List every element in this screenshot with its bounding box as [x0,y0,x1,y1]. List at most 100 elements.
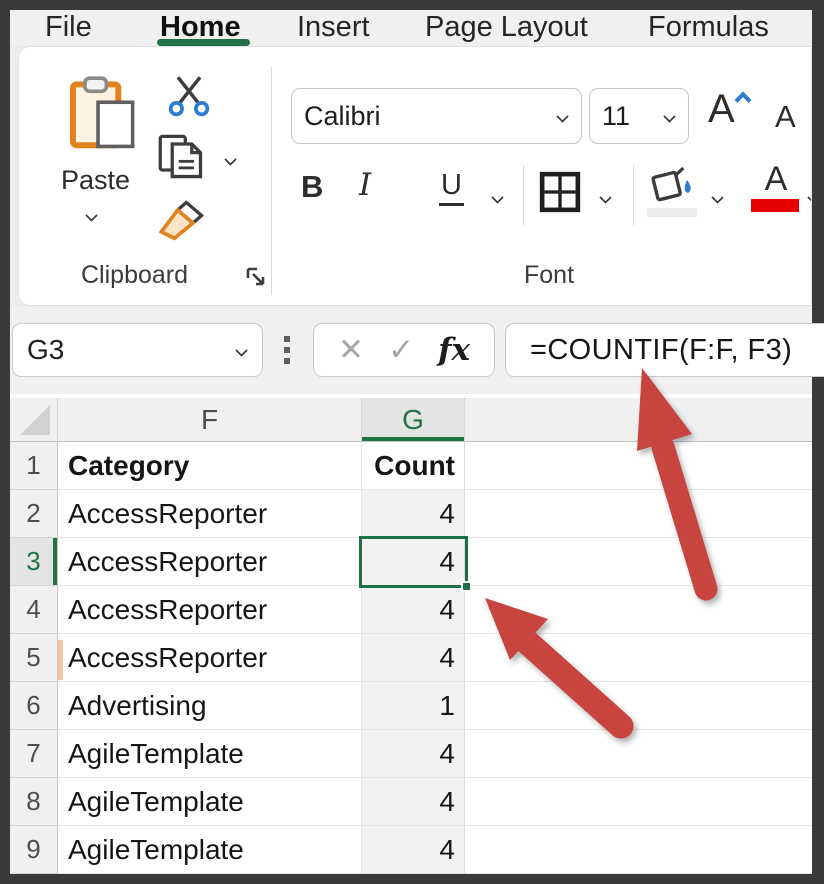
cell-empty[interactable] [465,586,812,634]
copy-dropdown-chevron[interactable] [226,151,235,169]
shrink-font-button[interactable]: A [775,99,796,135]
cut-button[interactable] [167,75,211,117]
paste-clipboard-icon [66,76,142,150]
font-color-dropdown-chevron[interactable] [809,189,812,207]
cut-scissors-icon [167,75,211,117]
column-header-h[interactable] [465,398,812,442]
table-row: 6Advertising1 [10,682,812,730]
borders-button[interactable] [539,171,581,213]
enter-icon[interactable]: ✓ [388,332,414,368]
dialog-launcher-icon[interactable] [245,266,267,288]
cancel-icon[interactable]: ✕ [338,332,364,368]
underline-dropdown-chevron[interactable] [493,189,502,207]
select-all-corner[interactable] [10,398,58,442]
cell-count[interactable]: 4 [362,586,465,634]
cell-empty[interactable] [465,442,812,490]
row-header[interactable]: 3 [10,538,58,586]
fill-color-swatch [647,208,697,217]
row-header[interactable]: 5 [10,634,58,682]
chevron-down-icon [235,344,248,357]
formula-action-box: ✕ ✓ fx [313,323,495,377]
cell-empty[interactable] [465,778,812,826]
cell-category[interactable]: Category [58,442,362,490]
row-header[interactable]: 9 [10,826,58,874]
cell-category[interactable]: Advertising [58,682,362,730]
font-size-combo[interactable]: 11 [589,88,689,144]
paste-button[interactable] [66,76,142,150]
fill-color-dropdown-chevron[interactable] [713,189,722,207]
copy-icon [157,133,207,181]
name-box[interactable]: G3 [12,323,263,377]
table-row: 2AccessReporter4 [10,490,812,538]
font-color-swatch [751,199,799,212]
font-size-value: 11 [602,101,630,132]
tab-formulas[interactable]: Formulas [648,10,769,46]
ribbon-tab-bar: File Home Insert Page Layout Formulas [10,10,812,46]
font-name-value: Calibri [304,101,381,132]
cell-empty[interactable] [465,538,812,586]
row-header[interactable]: 4 [10,586,58,634]
cell-count[interactable]: 4 [362,490,465,538]
tab-insert[interactable]: Insert [297,10,370,46]
tab-page-layout[interactable]: Page Layout [425,10,588,46]
fill-color-bucket-icon [647,165,697,207]
select-all-triangle-icon [20,405,50,435]
cell-accent-marker [58,640,63,680]
borders-dropdown-chevron[interactable] [601,189,610,207]
cell-category[interactable]: AccessReporter [58,586,362,634]
cell-empty[interactable] [465,634,812,682]
grow-font-button[interactable]: A [708,87,747,132]
paste-dropdown-chevron[interactable] [87,207,96,225]
fill-color-button[interactable] [647,165,697,217]
cell-category[interactable]: AccessReporter [58,490,362,538]
active-tab-indicator [157,39,250,46]
formula-input[interactable]: =COUNTIF(F:F, F3) [505,323,824,377]
row-header[interactable]: 2 [10,490,58,538]
active-cell-selection [359,536,468,588]
formula-bar-strip: G3 ✕ ✓ fx =COUNTIF(F:F, F3) [10,306,812,394]
button-divider [633,165,634,225]
cell-empty[interactable] [465,730,812,778]
cell-empty[interactable] [465,682,812,730]
bold-button[interactable]: B [301,169,323,205]
row-header[interactable]: 7 [10,730,58,778]
grow-caret-icon [734,92,751,109]
formula-bar-drag-handle[interactable] [278,323,296,377]
column-header-f[interactable]: F [58,398,362,442]
cell-count[interactable]: 4 [362,826,465,874]
font-name-combo[interactable]: Calibri [291,88,582,144]
button-divider [523,165,524,225]
underline-button[interactable]: U [439,169,464,206]
cell-count[interactable]: 4 [362,634,465,682]
font-color-button[interactable]: A [751,160,801,212]
row-header[interactable]: 1 [10,442,58,490]
cell-category[interactable]: AgileTemplate [58,778,362,826]
table-row: 5AccessReporter4 [10,634,812,682]
excel-window: File Home Insert Page Layout Formulas Pa… [0,0,824,884]
cell-empty[interactable] [465,490,812,538]
cell-category[interactable]: AccessReporter [58,634,362,682]
row-header[interactable]: 8 [10,778,58,826]
column-header-g[interactable]: G [362,398,465,442]
chevron-down-icon [556,110,569,123]
cell-count[interactable]: 1 [362,682,465,730]
cell-category[interactable]: AccessReporter [58,538,362,586]
fill-handle[interactable] [461,581,472,592]
row-header[interactable]: 6 [10,682,58,730]
cell-category[interactable]: AgileTemplate [58,826,362,874]
tab-file[interactable]: File [45,10,92,46]
cell-count[interactable]: Count [362,442,465,490]
italic-button[interactable]: I [359,167,371,203]
clipboard-group-label: Clipboard [81,261,188,290]
table-row: 4AccessReporter4 [10,586,812,634]
table-row: 9AgileTemplate4 [10,826,812,874]
sheet-body: 1CategoryCount2AccessReporter43AccessRep… [10,442,812,874]
cell-count[interactable]: 4 [362,730,465,778]
cell-count[interactable]: 4 [362,778,465,826]
insert-function-icon[interactable]: fx [438,332,470,368]
cell-category[interactable]: AgileTemplate [58,730,362,778]
copy-button[interactable] [157,133,207,181]
cell-empty[interactable] [465,826,812,874]
format-painter-button[interactable] [157,199,207,245]
paste-button-label[interactable]: Paste [61,165,130,196]
